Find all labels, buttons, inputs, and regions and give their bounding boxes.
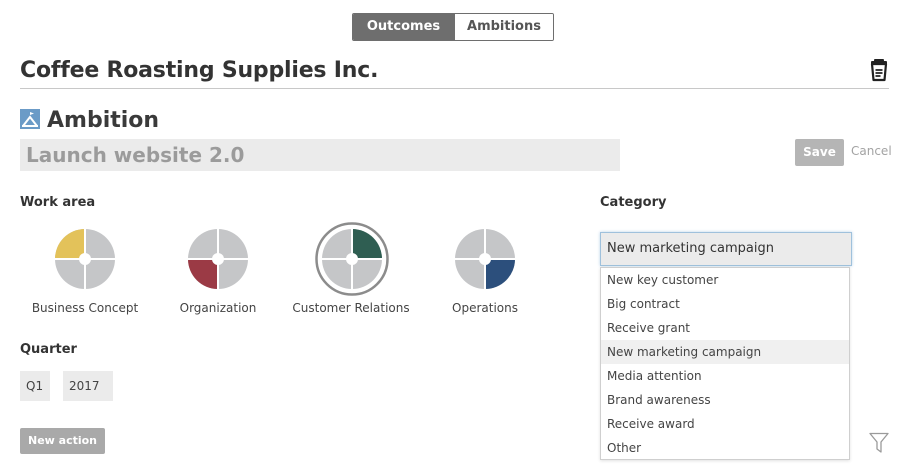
work-area-organization[interactable] <box>187 228 249 290</box>
quarter-label: Quarter <box>20 342 77 357</box>
work-area-label-customer-relations: Customer Relations <box>292 301 410 315</box>
coffee-cup-icon[interactable] <box>868 58 890 82</box>
save-button[interactable]: Save <box>795 139 844 166</box>
tab-ambitions[interactable]: Ambitions <box>454 14 553 40</box>
wheel-icon <box>55 229 115 289</box>
ambition-icon <box>20 109 40 129</box>
tab-outcomes[interactable]: Outcomes <box>353 14 454 40</box>
category-dropdown: New key customer Big contract Receive gr… <box>600 267 850 460</box>
wheel-icon <box>315 222 389 296</box>
work-area-label-organization: Organization <box>179 301 257 315</box>
wheel-icon <box>455 229 515 289</box>
year-select[interactable]: 2017 <box>63 371 113 401</box>
ambition-title-input[interactable]: Launch website 2.0 <box>20 139 620 171</box>
category-option[interactable]: Media attention <box>601 364 849 388</box>
view-toggle: Outcomes Ambitions <box>352 13 554 41</box>
category-option-highlighted[interactable]: New marketing campaign <box>601 340 849 364</box>
category-option[interactable]: Receive grant <box>601 316 849 340</box>
company-title: Coffee Roasting Supplies Inc. <box>20 58 379 83</box>
category-label: Category <box>600 195 667 210</box>
work-area-business-concept[interactable] <box>54 228 116 290</box>
new-action-button[interactable]: New action <box>20 428 105 454</box>
header-divider <box>20 88 889 89</box>
work-area-label: Work area <box>20 195 96 210</box>
category-option[interactable]: Brand awareness <box>601 388 849 412</box>
category-option[interactable]: Other <box>601 436 849 460</box>
work-area-customer-relations[interactable] <box>315 222 389 296</box>
cancel-button[interactable]: Cancel <box>851 144 892 158</box>
ambition-heading: Ambition <box>47 108 160 133</box>
wheel-icon <box>188 229 248 289</box>
category-option[interactable]: Receive award <box>601 412 849 436</box>
category-option[interactable]: New key customer <box>601 268 849 292</box>
category-option[interactable]: Big contract <box>601 292 849 316</box>
work-area-label-business-concept: Business Concept <box>31 301 139 315</box>
work-area-label-operations: Operations <box>452 301 518 315</box>
filter-icon[interactable] <box>869 432 889 454</box>
work-area-operations[interactable] <box>454 228 516 290</box>
category-select[interactable]: New marketing campaign <box>600 232 852 266</box>
quarter-select[interactable]: Q1 <box>20 371 50 401</box>
